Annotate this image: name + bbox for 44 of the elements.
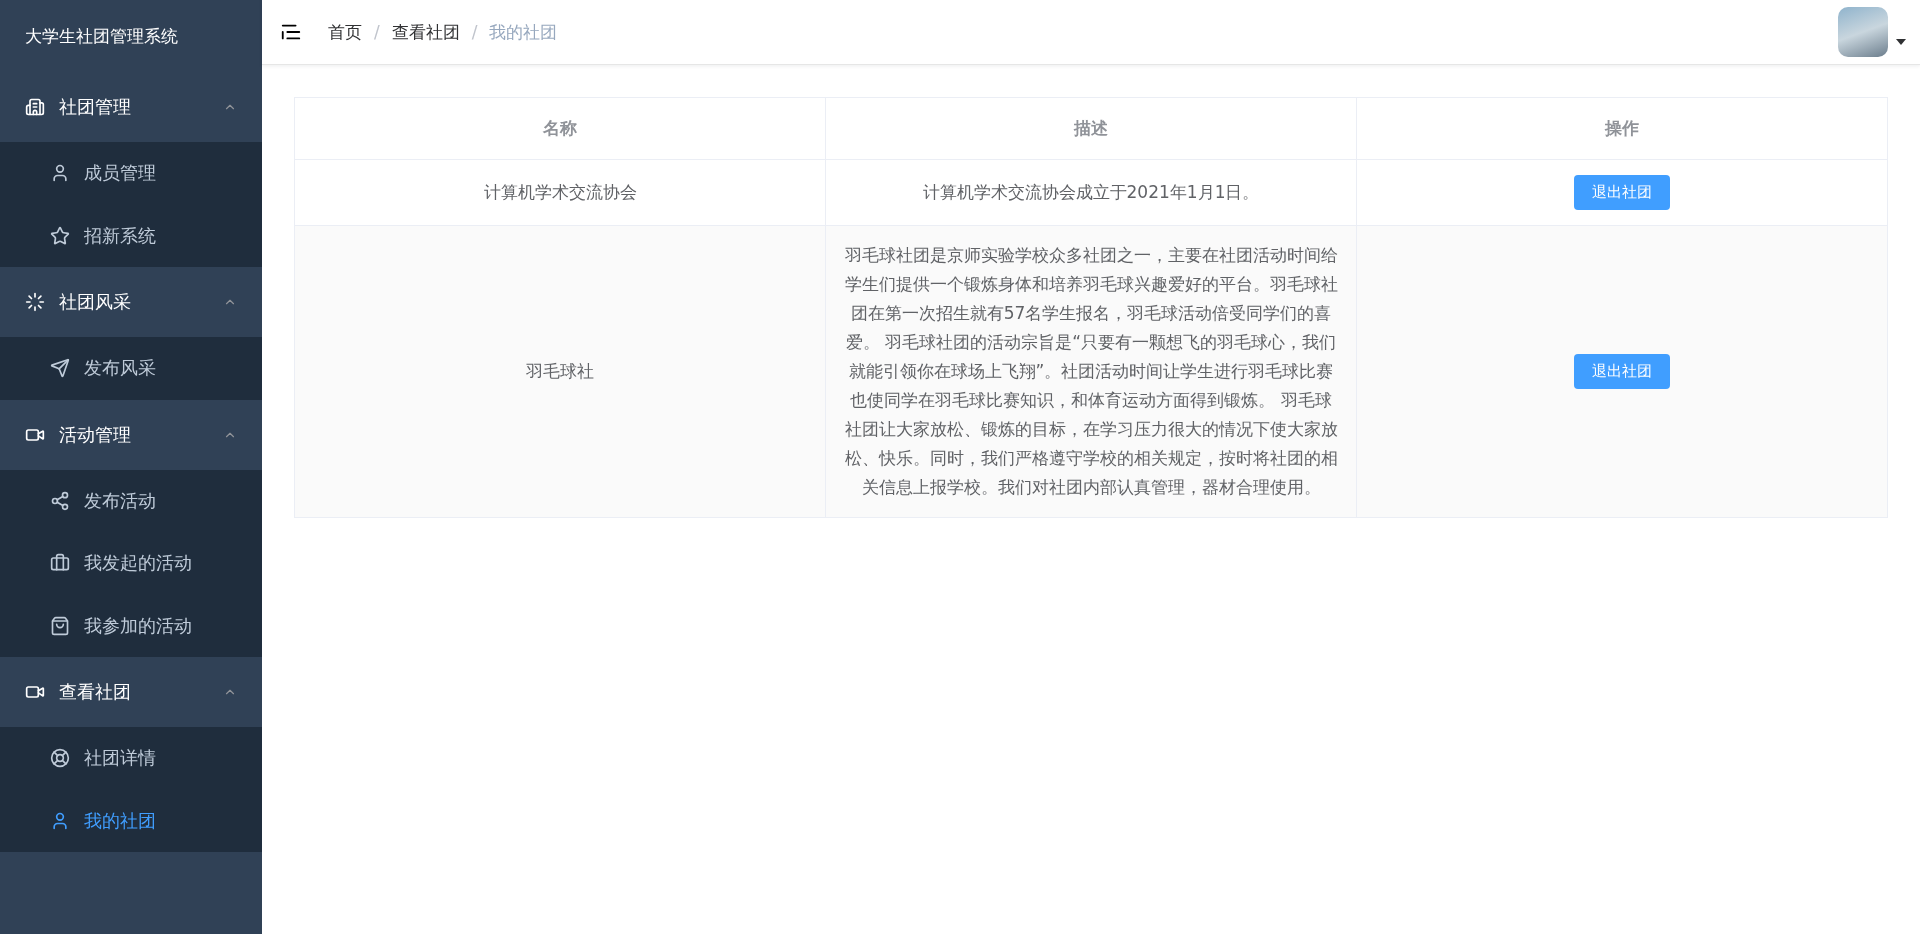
table-cell: 计算机学术交流协会 <box>294 159 826 226</box>
menu-item-label: 我参加的活动 <box>84 614 192 638</box>
menu-item-label: 招新系统 <box>84 224 156 248</box>
item-icon <box>50 490 70 511</box>
menu-group[interactable]: 社团管理 <box>0 72 262 142</box>
group-icon <box>25 292 45 312</box>
menu-item-label: 发布风采 <box>84 357 156 381</box>
menu-item-label: 发布活动 <box>84 489 156 513</box>
menu-group[interactable]: 查看社团 <box>0 657 262 727</box>
breadcrumb[interactable]: 查看社团 <box>391 20 460 44</box>
table-cell: 羽毛球社 <box>294 225 826 518</box>
item-icon <box>50 748 70 769</box>
menu-group[interactable]: 活动管理 <box>0 399 262 470</box>
item-icon <box>50 615 70 636</box>
table-cell: 羽毛球社团是京师实验学校众多社团之一，主要在社团活动时间给学生们提供一个锻炼身体和培养羽毛球兴趣爱好的平台。羽毛球社团在第一次招生就有57名学生报名，羽毛球活动倍受同学们的喜爱。 羽毛球社团的活动宗旨是“只要有一颗想飞的羽毛球心，我们就能引领你在球场上飞翔”。社团活动时间让学生进行羽毛球比赛也使同学在羽毛球比赛知识，和体育运动方面得到锻炼。 羽毛球社团让大家放松、锻炼的目标，在学习压力很大的情况下使大家放松、快乐。同时，我们严格遵守学校的相关规定，按时将社团的相关信息上报学校。我们对社团内部认真管理，器材合理使用。 <box>825 225 1357 518</box>
item-icon <box>50 810 70 831</box>
menu-item[interactable]: 发布风采 <box>0 337 262 400</box>
menu-item-label: 我发起的活动 <box>84 552 192 576</box>
group-icon <box>25 97 45 117</box>
app-title: 大学生社团管理系统 <box>24 24 179 48</box>
column-header: 描述 <box>825 97 1357 160</box>
breadcrumb-separator: / <box>471 22 478 42</box>
avatar-photo-placeholder[interactable] <box>1838 7 1888 57</box>
menu-item[interactable]: 社团详情 <box>0 727 262 790</box>
breadcrumb-separator: / <box>374 22 380 42</box>
menu-item-label: 我的社团 <box>84 809 156 833</box>
caret-icon[interactable] <box>1896 39 1906 45</box>
menu-item[interactable]: 发布活动 <box>0 469 262 532</box>
item-icon <box>50 225 70 246</box>
menu-item-label: 社团详情 <box>84 747 156 771</box>
item-icon <box>50 163 70 184</box>
table-cell: 计算机学术交流协会成立于2021年1月1日。 <box>825 159 1357 226</box>
menu-item[interactable]: 成员管理 <box>0 142 262 205</box>
menu-item[interactable]: 我发起的活动 <box>0 532 262 595</box>
column-header: 名称 <box>294 97 826 160</box>
menu-group[interactable]: 社团风采 <box>0 267 262 337</box>
menu-item[interactable]: 我参加的活动 <box>0 594 262 657</box>
breadcrumb[interactable]: 首页 <box>328 20 362 44</box>
menu-item-label: 成员管理 <box>84 162 156 186</box>
menu-item[interactable]: 招新系统 <box>0 204 262 267</box>
column-header: 操作 <box>1356 97 1888 160</box>
item-icon <box>50 358 70 379</box>
item-icon <box>50 553 70 574</box>
menu-item[interactable]: 我的社团 <box>0 789 262 852</box>
